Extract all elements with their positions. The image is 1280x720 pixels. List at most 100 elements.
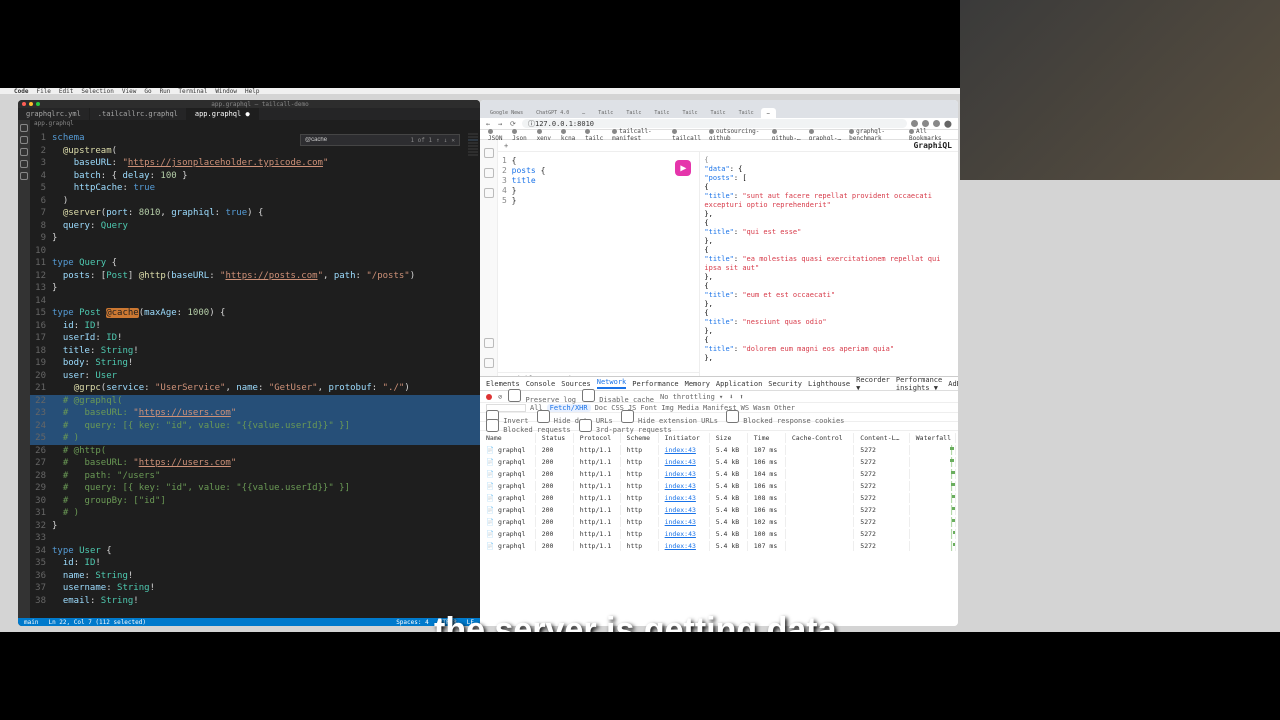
editor[interactable]: 1schema2 @upstream(3 baseURL: "https://j… <box>30 132 480 618</box>
graphiql-app: + GraphiQL 1 {2 posts {3 title4 }5 } ▶ V… <box>480 140 958 388</box>
devtools-tab[interactable]: Recorder ▼ <box>856 376 890 392</box>
gql-tab[interactable]: + <box>504 142 508 150</box>
devtools-tab[interactable]: AdBlock <box>948 380 958 388</box>
vscode-title: app.graphql — tailcall-demo <box>211 101 309 108</box>
scm-icon[interactable] <box>20 148 28 156</box>
reload-schema-icon[interactable] <box>484 338 494 348</box>
col-header[interactable]: Status <box>538 433 574 443</box>
menu-item[interactable]: Run <box>160 88 171 95</box>
col-header[interactable]: Name <box>482 433 536 443</box>
back-icon[interactable]: ← <box>486 120 494 128</box>
extension-icon[interactable] <box>911 120 918 127</box>
site-info-icon[interactable]: ⓘ <box>528 119 535 129</box>
col-header[interactable]: Initiator <box>661 433 710 443</box>
browser-tab[interactable]: ChatGPT 4.0 <box>530 108 575 118</box>
network-row[interactable]: 📄 graphql200http/1.1http index:435.4 kB1… <box>482 517 956 527</box>
menu-item[interactable]: View <box>122 88 136 95</box>
search-icon[interactable] <box>20 136 28 144</box>
menu-item[interactable]: File <box>36 88 50 95</box>
graphiql-logo: GraphiQL <box>913 141 952 150</box>
devtools-tab[interactable]: Security <box>768 380 802 388</box>
browser-tab[interactable]: Tailc <box>733 108 760 118</box>
execute-button[interactable]: ▶ <box>675 160 691 176</box>
upload-icon[interactable]: ⬆ <box>739 393 743 401</box>
devtools-tab[interactable]: Performance <box>632 380 678 388</box>
menu-item[interactable]: Window <box>215 88 237 95</box>
vscode-titlebar[interactable]: app.graphql — tailcall-demo <box>18 100 480 108</box>
devtools-tab[interactable]: Network <box>597 378 627 389</box>
col-header[interactable]: Content-L… <box>856 433 909 443</box>
debug-icon[interactable] <box>20 160 28 168</box>
col-header[interactable]: Scheme <box>623 433 659 443</box>
browser-tab[interactable]: Tailc <box>648 108 675 118</box>
app-menu[interactable]: Code <box>14 88 28 95</box>
reload-icon[interactable]: ⟳ <box>510 120 518 128</box>
browser-tab[interactable]: … <box>576 108 591 118</box>
menu-item[interactable]: Help <box>245 88 259 95</box>
network-row[interactable]: 📄 graphql200http/1.1http index:435.4 kB1… <box>482 493 956 503</box>
col-header[interactable]: Waterfall <box>912 433 956 443</box>
devtools-tab[interactable]: Performance insights ▼ <box>896 376 942 392</box>
browser-tab[interactable]: Tailc <box>676 108 703 118</box>
browser-tab[interactable]: Tailc <box>592 108 619 118</box>
col-header[interactable]: Time <box>750 433 786 443</box>
col-header[interactable]: Size <box>712 433 748 443</box>
branch-status[interactable]: main <box>24 619 38 626</box>
editor-tab[interactable]: app.graphql ● <box>187 108 259 120</box>
menu-item[interactable]: Selection <box>81 88 114 95</box>
profile-icon[interactable]: ⬤ <box>944 120 952 128</box>
chrome-titlebar[interactable] <box>480 100 958 108</box>
network-row[interactable]: 📄 graphql200http/1.1http index:435.4 kB1… <box>482 481 956 491</box>
forward-icon[interactable]: → <box>498 120 506 128</box>
clear-icon[interactable]: ⊘ <box>498 393 502 401</box>
devtools-tab[interactable]: Lighthouse <box>808 380 850 388</box>
filter-option[interactable]: Blocked requests <box>486 419 571 434</box>
network-row[interactable]: 📄 graphql200http/1.1http index:435.4 kB1… <box>482 529 956 539</box>
devtools-tab[interactable]: Application <box>716 380 762 388</box>
chrome-window: Google NewsChatGPT 4.0…TailcTailcTailcTa… <box>480 100 958 626</box>
network-row[interactable]: 📄 graphql200http/1.1http index:435.4 kB1… <box>482 445 956 455</box>
filter-option[interactable]: Blocked response cookies <box>726 410 844 425</box>
network-row[interactable]: 📄 graphql200http/1.1http index:435.4 kB1… <box>482 505 956 515</box>
record-icon[interactable] <box>486 394 492 400</box>
browser-tab[interactable]: Tailc <box>620 108 647 118</box>
extensions-icon[interactable] <box>20 172 28 180</box>
browser-tab[interactable]: … <box>761 108 776 118</box>
history-icon[interactable] <box>484 168 494 178</box>
preserve-log[interactable]: Preserve log <box>508 389 576 404</box>
extension-icon[interactable] <box>922 120 929 127</box>
docs-icon[interactable] <box>484 148 494 158</box>
network-row[interactable]: 📄 graphql200http/1.1http index:435.4 kB1… <box>482 541 956 551</box>
menu-item[interactable]: Go <box>144 88 151 95</box>
menu-item[interactable]: Terminal <box>178 88 207 95</box>
table-header[interactable]: NameStatusProtocolSchemeInitiatorSizeTim… <box>482 433 956 443</box>
response-pane[interactable]: { "data": { "posts": [ { "title": "sunt … <box>700 152 958 388</box>
browser-tab[interactable]: Tailc <box>705 108 732 118</box>
network-row[interactable]: 📄 graphql200http/1.1http index:435.4 kB1… <box>482 469 956 479</box>
editor-tab[interactable]: .tailcallrc.graphql <box>90 108 187 120</box>
query-editor[interactable]: 1 {2 posts {3 title4 }5 } ▶ Variables He… <box>498 152 700 388</box>
status-bar: main Ln 22, Col 7 (112 selected) Spaces:… <box>18 618 480 626</box>
cursor-pos[interactable]: Ln 22, Col 7 (112 selected) <box>48 619 146 626</box>
explorer-icon[interactable] <box>20 124 28 132</box>
filter-option[interactable]: 3rd-party requests <box>579 419 672 434</box>
download-icon[interactable]: ⬇ <box>729 393 733 401</box>
extension-icon[interactable] <box>933 120 940 127</box>
devtools-tab[interactable]: Console <box>526 380 556 388</box>
col-header[interactable]: Cache-Control <box>788 433 854 443</box>
breadcrumb[interactable]: app.graphql <box>18 120 480 130</box>
network-row[interactable]: 📄 graphql200http/1.1http index:435.4 kB1… <box>482 457 956 467</box>
menu-item[interactable]: Edit <box>59 88 73 95</box>
disable-cache[interactable]: Disable cache <box>582 389 654 404</box>
devtools-tab[interactable]: Memory <box>685 380 710 388</box>
explorer-icon[interactable] <box>484 188 494 198</box>
spaces[interactable]: Spaces: 4 <box>396 619 429 626</box>
devtools-tab[interactable]: Elements <box>486 380 520 388</box>
col-header[interactable]: Protocol <box>576 433 621 443</box>
browser-tab[interactable]: Google News <box>484 108 529 118</box>
shortcuts-icon[interactable] <box>484 358 494 368</box>
devtools-tab[interactable]: Sources <box>561 380 591 388</box>
network-filter-options2: Blocked requests 3rd-party requests <box>480 422 958 431</box>
throttling-select[interactable]: No throttling ▾ <box>660 393 723 401</box>
editor-tab[interactable]: graphqlrc.yml <box>18 108 90 120</box>
